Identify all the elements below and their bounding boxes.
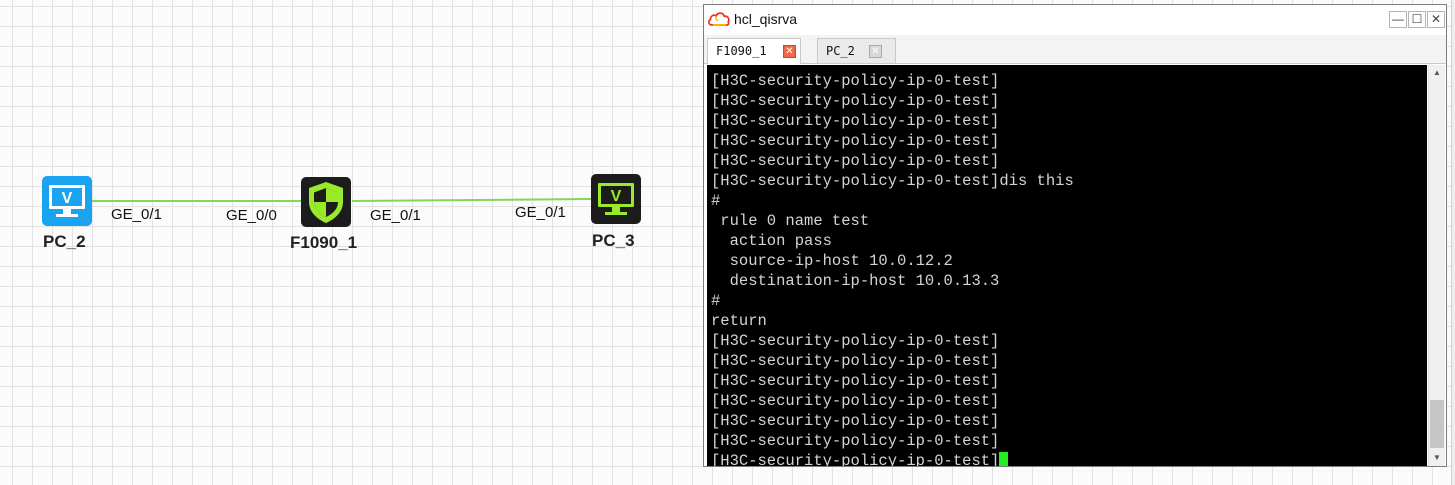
port-label-f1090-ge01: GE_0/1 [370, 207, 421, 224]
scrollbar-thumb[interactable] [1430, 400, 1444, 448]
tab-label: PC_2 [826, 44, 855, 58]
close-button[interactable]: ✕ [1427, 11, 1445, 28]
terminal-line: [H3C-security-policy-ip-0-test] [711, 452, 1000, 466]
terminal-line: [H3C-security-policy-ip-0-test] [711, 132, 1000, 150]
tab-close-icon[interactable]: ✕ [869, 45, 882, 58]
tab-pc-2[interactable]: PC_2 ✕ [817, 38, 896, 63]
link-f1090-pc3[interactable] [351, 198, 593, 202]
terminal-prompt-line: [H3C-security-policy-ip-0-test] [711, 451, 1074, 466]
terminal-console[interactable]: [H3C-security-policy-ip-0-test] [H3C-sec… [707, 65, 1427, 466]
terminal-line: source-ip-host 10.0.12.2 [711, 252, 953, 270]
terminal-line: action pass [711, 232, 832, 250]
scroll-up-icon[interactable]: ▲ [1429, 65, 1445, 81]
tab-label: F1090_1 [716, 44, 767, 58]
terminal-line: [H3C-security-policy-ip-0-test] [711, 112, 1000, 130]
terminal-line: [H3C-security-policy-ip-0-test] [711, 332, 1000, 350]
terminal-line: [H3C-security-policy-ip-0-test] [711, 352, 1000, 370]
terminal-line: [H3C-security-policy-ip-0-test] [711, 392, 1000, 410]
device-label-f1090-1[interactable]: F1090_1 [290, 233, 357, 253]
terminal-line: # [711, 292, 721, 310]
maximize-button[interactable]: ☐ [1408, 11, 1426, 28]
scroll-down-icon[interactable]: ▼ [1429, 450, 1445, 466]
terminal-line: rule 0 name test [711, 212, 870, 230]
shield-icon [301, 177, 351, 227]
port-label-pc2-ge01: GE_0/1 [111, 206, 162, 223]
terminal-line: [H3C-security-policy-ip-0-test] [711, 432, 1000, 450]
terminal-window[interactable]: hcl_qisrva — ☐ ✕ F1090_1 ✕ PC_2 ✕ [H3C-s… [703, 4, 1447, 467]
right-edge-scrollbar [1451, 0, 1455, 485]
terminal-line: destination-ip-host 10.0.13.3 [711, 272, 1000, 290]
svg-text:V: V [611, 188, 622, 205]
cloud-icon [708, 12, 730, 26]
terminal-line: [H3C-security-policy-ip-0-test] [711, 92, 1000, 110]
tab-close-icon[interactable]: ✕ [783, 45, 796, 58]
terminal-line: [H3C-security-policy-ip-0-test] [711, 72, 1000, 90]
terminal-line: [H3C-security-policy-ip-0-test]dis this [711, 172, 1074, 190]
device-pc-2[interactable]: V [42, 176, 92, 226]
terminal-line: [H3C-security-policy-ip-0-test] [711, 152, 1000, 170]
device-label-pc-2[interactable]: PC_2 [43, 232, 86, 252]
svg-text:V: V [62, 190, 73, 207]
monitor-icon: V [42, 176, 92, 226]
terminal-scrollbar[interactable]: ▲ ▼ [1428, 65, 1445, 466]
device-pc-3[interactable]: V [591, 174, 641, 224]
terminal-line: [H3C-security-policy-ip-0-test] [711, 372, 1000, 390]
device-label-pc-3[interactable]: PC_3 [592, 231, 635, 251]
port-label-f1090-ge00: GE_0/0 [226, 207, 277, 224]
tab-bar: F1090_1 ✕ PC_2 ✕ [704, 35, 1446, 64]
terminal-cursor [999, 452, 1009, 466]
terminal-line: [H3C-security-policy-ip-0-test] [711, 412, 1000, 430]
terminal-line: # [711, 192, 721, 210]
window-title: hcl_qisrva [734, 11, 798, 27]
terminal-output: [H3C-security-policy-ip-0-test] [H3C-sec… [711, 71, 1074, 466]
device-f1090-1[interactable] [301, 177, 351, 227]
terminal-line: return [711, 312, 767, 330]
tab-f1090-1[interactable]: F1090_1 ✕ [707, 38, 801, 64]
minimize-button[interactable]: — [1389, 11, 1407, 28]
port-label-pc3-ge01: GE_0/1 [515, 204, 566, 221]
monitor-icon: V [591, 174, 641, 224]
window-titlebar[interactable]: hcl_qisrva — ☐ ✕ [704, 5, 1446, 35]
